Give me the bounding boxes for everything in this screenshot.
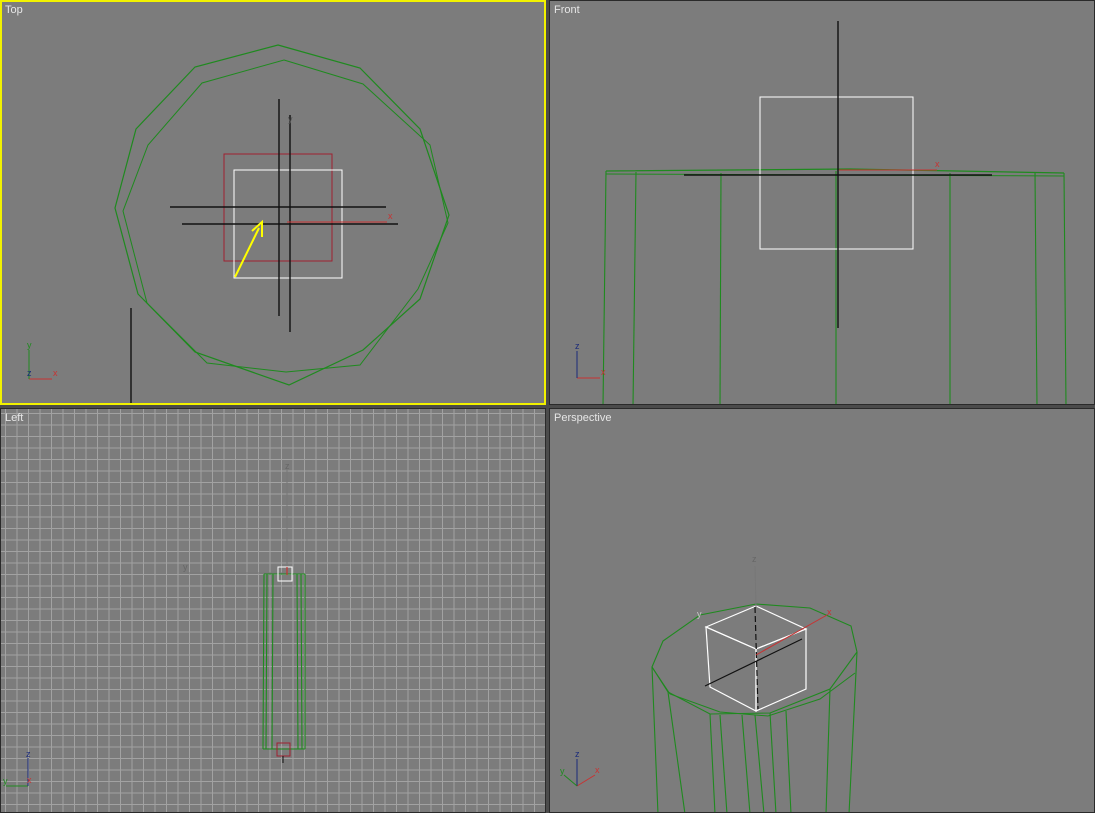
axis-tripod-icon: y z x xyxy=(3,749,32,787)
cylinder-side-edges xyxy=(262,573,306,750)
gizmo-z-axis xyxy=(754,565,757,608)
gizmo-line-diag xyxy=(704,638,803,687)
front-viewport-scene: x x z xyxy=(575,21,1067,404)
tripod-z-label: z xyxy=(27,368,32,378)
gizmo-x-axis[interactable] xyxy=(755,614,828,656)
gizmo-y-label: y xyxy=(183,562,188,572)
perspective-viewport-scene: z x y x y z xyxy=(560,554,858,812)
cylinder-top-cap xyxy=(651,603,858,715)
tripod-z-label: z xyxy=(575,749,580,759)
axis-tripod-icon: x y z xyxy=(27,340,58,380)
tripod-y-label: y xyxy=(27,340,32,350)
cylinder-side-edges xyxy=(602,170,1067,404)
tripod-z-label: z xyxy=(26,749,31,759)
left-viewport-scene: z y y z x xyxy=(3,461,306,787)
tripod-y-label: y xyxy=(560,766,565,776)
gizmo-z-label: z xyxy=(752,554,757,564)
axis-tripod-icon: x y z xyxy=(560,749,600,787)
gizmo-x-label: x xyxy=(935,159,940,169)
gizmo-x-label: x xyxy=(388,211,393,221)
gizmo-x-label: x xyxy=(827,607,832,617)
cylinder-top-edge xyxy=(605,168,1065,174)
top-viewport-scene: x y x y z xyxy=(27,44,450,403)
yellow-arrow-annotation xyxy=(234,219,263,278)
cylinder-side-edges xyxy=(651,651,858,812)
gizmo-z-label: z xyxy=(285,461,290,471)
viewport-label-perspective[interactable]: Perspective xyxy=(554,412,611,424)
viewport-label-front[interactable]: Front xyxy=(554,4,580,16)
viewport-label-left[interactable]: Left xyxy=(5,412,23,424)
tripod-y-label: y xyxy=(3,776,8,786)
axis-tripod-icon: x z xyxy=(575,341,606,379)
gizmo-y-label: y xyxy=(697,609,702,619)
gizmo-y-label: y xyxy=(288,114,293,124)
tripod-x-label: x xyxy=(27,775,32,785)
viewport-left[interactable]: Left z y y z x xyxy=(0,408,546,813)
tripod-x-label: x xyxy=(595,765,600,775)
viewport-top[interactable]: Top x y x y z xyxy=(0,0,546,405)
viewport-perspective[interactable]: Perspective z x y x y z xyxy=(549,408,1095,813)
tripod-z-label: z xyxy=(575,341,580,351)
viewport-front[interactable]: Front x x z xyxy=(549,0,1095,405)
tripod-x-label: x xyxy=(601,367,606,377)
tripod-x-label: x xyxy=(53,368,58,378)
viewport-label-top[interactable]: Top xyxy=(5,4,23,16)
cylinder-outline-inner xyxy=(122,59,449,373)
cylinder-outline-outer xyxy=(114,44,450,386)
